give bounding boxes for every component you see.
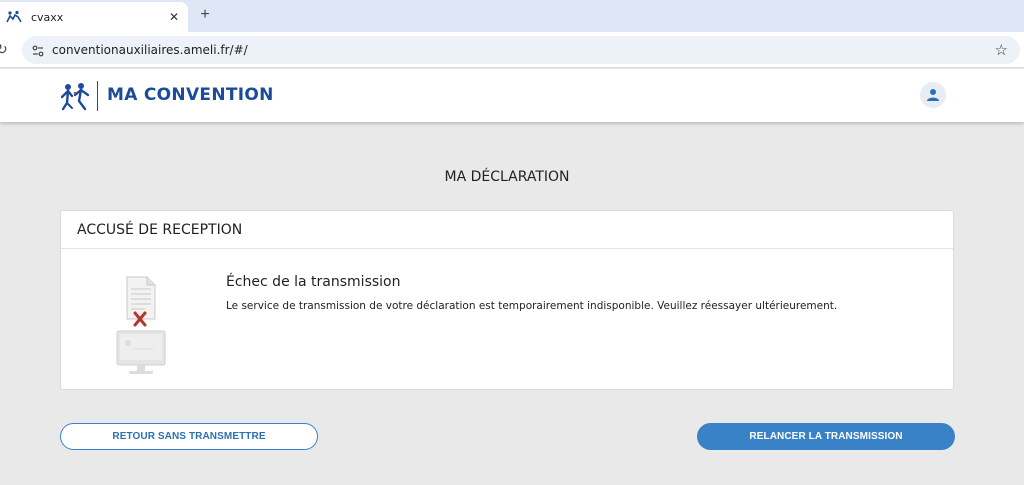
url-text: conventionauxiliaires.ameli.fr/#/ <box>52 43 248 57</box>
close-tab-icon[interactable]: ✕ <box>166 9 182 25</box>
site-settings-icon[interactable] <box>32 44 44 57</box>
retry-transmission-button[interactable]: RELANCER LA TRANSMISSION <box>697 423 955 450</box>
back-without-transmitting-button[interactable]: RETOUR SANS TRANSMETTRE <box>60 423 318 450</box>
brand-title[interactable]: MA CONVENTION <box>107 85 274 105</box>
app-header: MA CONVENTION <box>0 69 1024 122</box>
browser-tab[interactable]: cvaxx ✕ <box>0 2 188 32</box>
logo-divider <box>97 81 98 111</box>
ameli-logo-icon[interactable] <box>59 81 93 111</box>
card-title: ACCUSÉ DE RECEPTION <box>77 221 243 238</box>
bookmark-star-icon[interactable]: ☆ <box>995 41 1008 59</box>
reception-card: ACCUSÉ DE RECEPTION Échec de la transmis… <box>60 210 954 390</box>
tab-title: cvaxx <box>31 10 64 24</box>
browser-toolbar: ↻ conventionauxiliaires.ameli.fr/#/ ☆ <box>0 32 1024 68</box>
browser-tabbar: cvaxx ✕ + <box>0 0 1024 32</box>
card-header: ACCUSÉ DE RECEPTION <box>61 211 953 249</box>
user-icon <box>927 89 939 101</box>
message-text: Le service de transmission de votre décl… <box>226 300 838 312</box>
user-account-button[interactable] <box>920 82 946 108</box>
page-title: MA DÉCLARATION <box>444 169 570 185</box>
new-tab-icon[interactable]: + <box>196 6 214 24</box>
address-bar[interactable]: conventionauxiliaires.ameli.fr/#/ ☆ <box>22 36 1020 64</box>
reload-icon[interactable]: ↻ <box>0 41 8 58</box>
ameli-favicon-icon <box>6 10 22 24</box>
message-title: Échec de la transmission <box>226 274 401 290</box>
failed-transmission-icon <box>111 273 171 377</box>
